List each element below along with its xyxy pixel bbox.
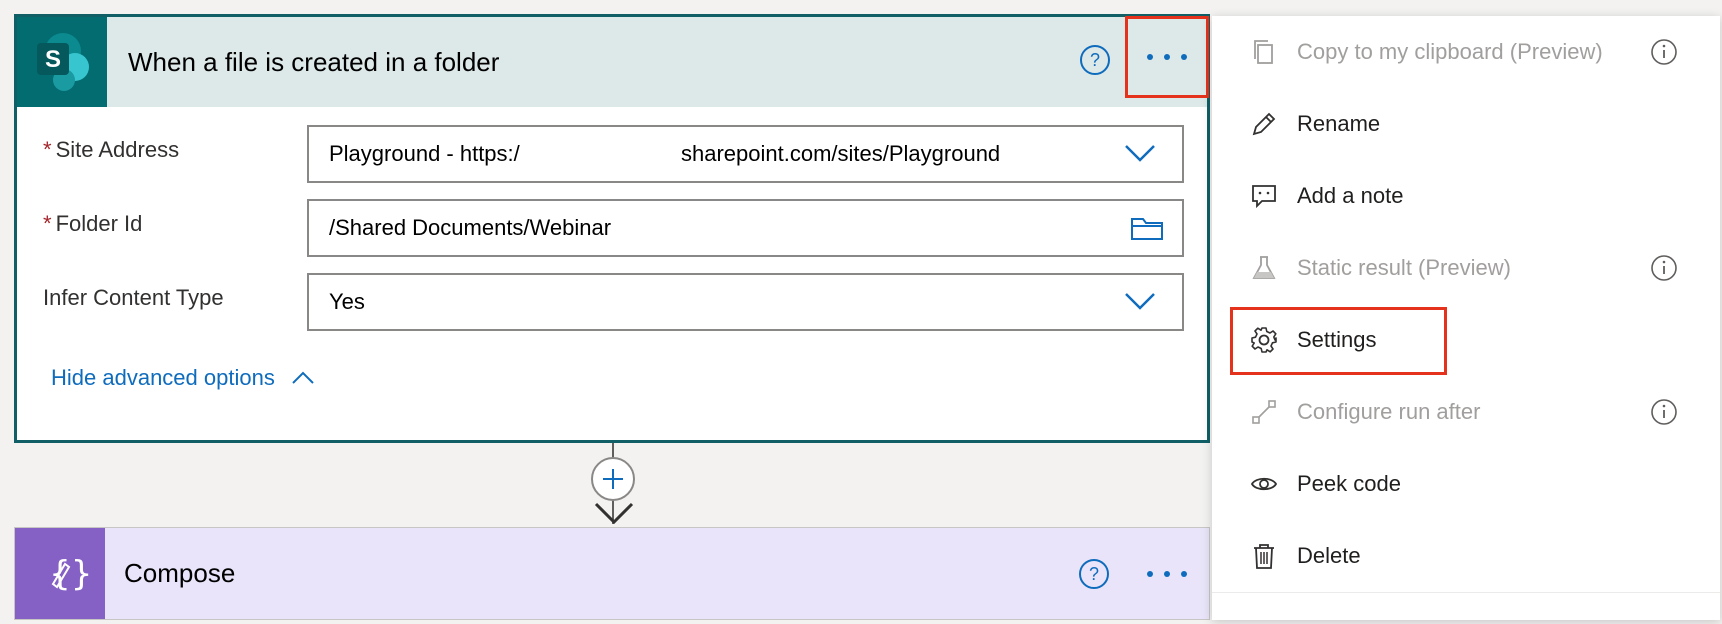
menu-item-label: Static result (Preview) (1297, 255, 1511, 280)
more-options-icon (1147, 54, 1187, 60)
run-after-icon (1252, 400, 1276, 424)
site-address-value-tail: sharepoint.com/sites/Playground (681, 141, 1001, 166)
info-icon[interactable] (1650, 254, 1678, 282)
menu-item-label: Delete (1297, 543, 1361, 568)
site-address-value: Playground - https:/ (329, 141, 520, 166)
sharepoint-logo-letter: S (45, 46, 61, 73)
menu-item-label: Copy to my clipboard (Preview) (1297, 39, 1603, 64)
info-icon[interactable] (1650, 38, 1678, 66)
folder-id-label: * Folder Id (43, 211, 142, 237)
menu-divider (1212, 592, 1720, 593)
folder-id-label-text: Folder Id (55, 211, 143, 236)
menu-item-delete[interactable]: Delete (1212, 520, 1720, 592)
folder-id-input[interactable]: /Shared Documents/Webinar (307, 199, 1184, 257)
svg-text:?: ? (1090, 50, 1100, 70)
compose-card[interactable]: { } Compose ? (14, 527, 1210, 620)
more-options-icon (1147, 571, 1187, 577)
help-icon[interactable]: ? (1078, 558, 1110, 590)
eye-icon (1250, 477, 1278, 491)
menu-item-configure-run-after[interactable]: Configure run after (1212, 376, 1720, 448)
menu-item-static-result[interactable]: Static result (Preview) (1212, 232, 1720, 304)
infer-content-type-label: Infer Content Type (43, 285, 224, 310)
trigger-card-header[interactable]: S When a file is created in a folder ? (17, 16, 1209, 107)
hide-advanced-options-label: Hide advanced options (51, 365, 275, 390)
required-marker: * (43, 211, 52, 236)
menu-item-label: Configure run after (1297, 399, 1481, 424)
menu-item-label: Add a note (1297, 183, 1404, 208)
hide-advanced-options-link[interactable]: Hide advanced options (51, 365, 315, 391)
folder-picker-icon[interactable] (1130, 215, 1164, 241)
infer-content-type-dropdown[interactable]: Yes (307, 273, 1184, 331)
menu-item-label: Rename (1297, 111, 1381, 136)
chevron-down-icon (1125, 145, 1155, 162)
trigger-title: When a file is created in a folder (128, 47, 500, 77)
site-address-label-text: Site Address (55, 137, 180, 162)
required-marker: * (43, 137, 52, 162)
svg-text:?: ? (1089, 564, 1099, 584)
menu-item-peek-code[interactable]: Peek code (1212, 448, 1720, 520)
site-address-label: * Site Address (43, 137, 179, 163)
pencil-icon (1252, 112, 1276, 136)
infer-content-type-value: Yes (329, 289, 365, 314)
folder-id-value: /Shared Documents/Webinar (329, 215, 612, 240)
compose-title: Compose (124, 558, 236, 588)
info-icon[interactable] (1650, 398, 1678, 426)
add-step-button[interactable] (591, 457, 635, 501)
plus-icon (603, 469, 623, 489)
copy-icon (1254, 40, 1273, 64)
trash-icon (1254, 544, 1274, 569)
chevron-up-icon (292, 371, 314, 384)
menu-item-add-note[interactable]: Add a note (1212, 160, 1720, 232)
menu-item-label: Peek code (1297, 471, 1401, 496)
note-icon (1252, 185, 1276, 209)
settings-highlight (1230, 307, 1447, 375)
chevron-down-icon (1125, 293, 1155, 310)
arrow-down-icon (594, 502, 634, 525)
more-options-button[interactable] (1125, 16, 1209, 98)
help-icon[interactable]: ? (1079, 44, 1111, 76)
sharepoint-logo: S (17, 17, 107, 107)
more-options-button[interactable] (1125, 533, 1209, 615)
menu-item-copy-to-clipboard[interactable]: Copy to my clipboard (Preview) (1212, 16, 1720, 88)
site-address-dropdown[interactable]: Playground - https:/ sharepoint.com/site… (307, 125, 1184, 183)
menu-item-rename[interactable]: Rename (1212, 88, 1720, 160)
compose-logo: { } (15, 528, 105, 619)
trigger-card[interactable]: S When a file is created in a folder ? *… (14, 14, 1210, 443)
flask-icon (1252, 256, 1276, 279)
